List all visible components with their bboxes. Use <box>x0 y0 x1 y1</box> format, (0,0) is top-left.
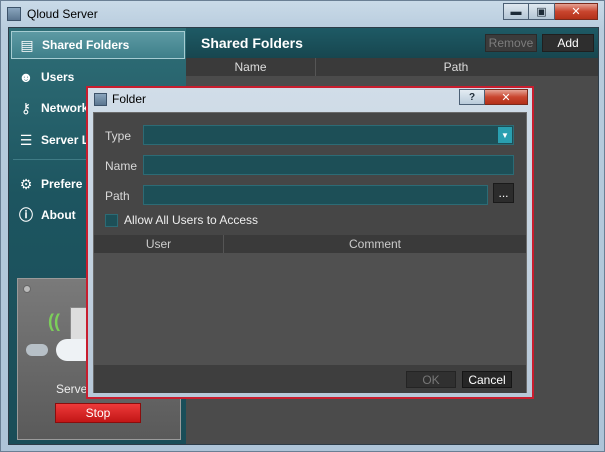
maximize-icon[interactable]: ▣ <box>529 3 555 20</box>
sidebar-item-label: About <box>41 208 76 222</box>
preferences-icon: ⚙ <box>19 175 33 192</box>
sidebar-item-shared-folders[interactable]: ▤ Shared Folders <box>11 31 185 59</box>
app-icon <box>7 7 21 21</box>
wifi-signal-icon: (( <box>48 311 60 331</box>
window-titlebar[interactable]: Qloud Server ▬ ▣ ✕ <box>1 1 604 27</box>
dialog-title: Folder <box>112 92 147 106</box>
column-header-name[interactable]: Name <box>186 58 316 76</box>
help-icon[interactable]: ? <box>459 89 485 105</box>
server-log-icon: ☰ <box>19 131 33 148</box>
sidebar-item-label: Network <box>41 101 89 115</box>
minimize-icon[interactable]: ▬ <box>503 3 529 20</box>
key-icon: ⚷ <box>20 99 32 116</box>
users-table-body[interactable] <box>94 253 526 365</box>
add-button[interactable]: Add <box>542 34 594 52</box>
dialog-controls: ? ✕ <box>459 89 528 105</box>
app-icon <box>94 92 107 106</box>
browse-button[interactable]: ... <box>493 183 514 203</box>
window-title: Qloud Server <box>27 7 98 21</box>
info-icon: ⓘ <box>19 207 33 223</box>
sidebar-item-label: Users <box>41 70 75 84</box>
ok-button[interactable]: OK <box>406 371 456 388</box>
shared-folders-icon: ▤ <box>20 36 34 53</box>
column-header-user[interactable]: User <box>94 235 224 253</box>
path-label: Path <box>105 189 130 203</box>
cancel-button[interactable]: Cancel <box>462 371 512 388</box>
close-icon[interactable]: ✕ <box>485 89 528 105</box>
dialog-titlebar[interactable]: Folder ? ✕ <box>88 88 532 110</box>
power-indicator-icon <box>23 285 31 293</box>
name-label: Name <box>105 159 138 173</box>
content-header: Shared Folders Remove Add <box>186 28 598 58</box>
type-select[interactable]: ▼ <box>143 125 514 145</box>
type-label: Type <box>105 129 132 143</box>
sidebar-item-label: Shared Folders <box>42 38 130 52</box>
users-table-header: User Comment <box>94 235 526 253</box>
window-controls: ▬ ▣ ✕ <box>503 3 598 20</box>
folders-table-header: Name Path <box>186 58 598 76</box>
column-header-comment[interactable]: Comment <box>224 235 526 253</box>
allow-all-users-checkbox[interactable] <box>105 214 118 227</box>
path-field[interactable] <box>143 185 488 205</box>
allow-all-users-label[interactable]: Allow All Users to Access <box>124 213 258 227</box>
name-field[interactable] <box>143 155 514 175</box>
stop-server-button[interactable]: Stop <box>55 403 141 423</box>
cloud-icon <box>26 344 48 356</box>
sidebar-item-label: Server L <box>41 133 90 147</box>
dialog-footer: OK Cancel <box>94 365 526 393</box>
close-icon[interactable]: ✕ <box>555 3 598 20</box>
dialog-body: Type ▼ Name Path ... Allow All Users to … <box>93 112 527 393</box>
page-title: Shared Folders <box>201 35 303 51</box>
users-icon: ☻ <box>18 69 34 85</box>
chevron-down-icon[interactable]: ▼ <box>498 127 512 143</box>
folder-dialog: Folder ? ✕ Type ▼ Name Path ... Allow Al… <box>86 86 534 399</box>
remove-button[interactable]: Remove <box>485 34 537 52</box>
column-header-path[interactable]: Path <box>316 58 596 76</box>
sidebar-item-label: Prefere <box>41 177 83 191</box>
